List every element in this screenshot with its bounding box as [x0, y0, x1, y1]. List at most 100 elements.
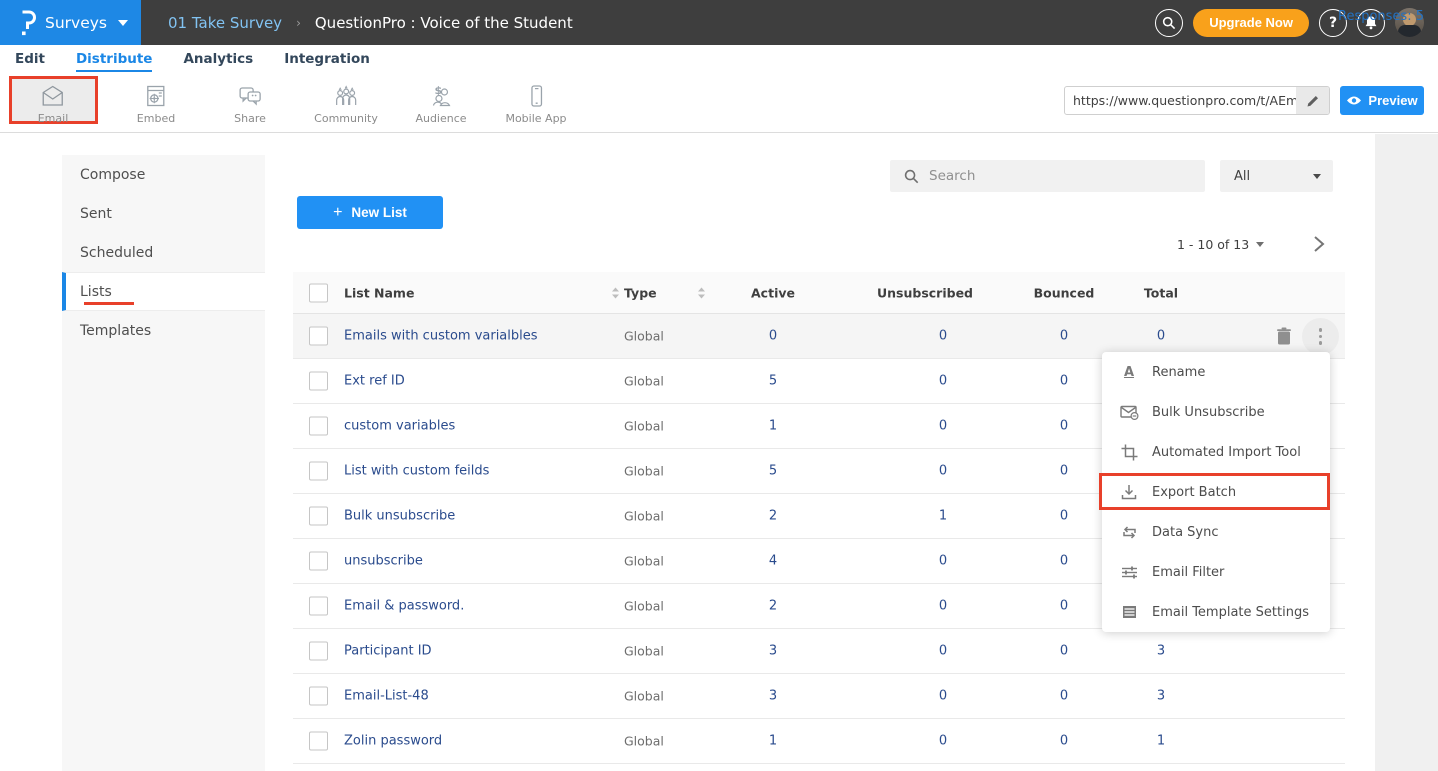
search-icon[interactable] [1155, 9, 1183, 37]
menu-item-email-template-settings[interactable]: Email Template Settings [1102, 592, 1330, 632]
search-input[interactable]: Search [890, 160, 1205, 192]
unsubscribed-count[interactable]: 0 [939, 464, 947, 479]
list-name-link[interactable]: List with custom feilds [344, 464, 489, 479]
table-row[interactable]: Participant ID Global 3 0 0 3 [293, 629, 1345, 674]
toolbar-item-audience[interactable]: $ Audience [415, 84, 466, 125]
list-name-link[interactable]: unsubscribe [344, 554, 423, 569]
bounced-count[interactable]: 0 [1060, 374, 1068, 389]
row-checkbox[interactable] [309, 327, 328, 346]
unsubscribed-count[interactable]: 0 [939, 419, 947, 434]
survey-url-field[interactable]: https://www.questionpro.com/t/AEmOx2 [1064, 86, 1330, 115]
menu-item-rename[interactable]: A Rename [1102, 352, 1330, 392]
sidebar-item-templates[interactable]: Templates [62, 311, 265, 350]
active-count[interactable]: 1 [769, 419, 777, 434]
header-total[interactable]: Total [1144, 285, 1178, 300]
pagination-next-button[interactable] [1310, 234, 1327, 254]
unsubscribed-count[interactable]: 0 [939, 554, 947, 569]
sidebar-item-scheduled[interactable]: Scheduled [62, 233, 265, 272]
menu-item-data-sync[interactable]: Data Sync [1102, 512, 1330, 552]
bounced-count[interactable]: 0 [1060, 419, 1068, 434]
bounced-count[interactable]: 0 [1060, 689, 1068, 704]
unsubscribed-count[interactable]: 0 [939, 374, 947, 389]
row-checkbox[interactable] [309, 417, 328, 436]
table-row[interactable]: Zolin password Global 1 0 0 1 [293, 719, 1345, 764]
product-switcher[interactable]: Surveys [0, 0, 141, 45]
delete-trash-icon[interactable] [1276, 327, 1292, 345]
toolbar-item-embed[interactable]: Embed [137, 84, 175, 125]
row-checkbox[interactable] [309, 372, 328, 391]
responses-count[interactable]: Responses: 5 [1338, 9, 1424, 24]
active-count[interactable]: 3 [769, 689, 777, 704]
unsubscribed-count[interactable]: 0 [939, 734, 947, 749]
toolbar-item-email[interactable]: Email [38, 84, 69, 125]
table-row[interactable]: Email-List-48 Global 3 0 0 3 [293, 674, 1345, 719]
list-filter-dropdown[interactable]: All [1220, 160, 1333, 192]
tab-distribute[interactable]: Distribute [76, 51, 153, 72]
bounced-count[interactable]: 0 [1060, 734, 1068, 749]
row-checkbox[interactable] [309, 687, 328, 706]
unsubscribed-count[interactable]: 0 [939, 599, 947, 614]
sort-icon[interactable] [697, 286, 706, 299]
list-name-link[interactable]: Participant ID [344, 644, 432, 659]
row-checkbox[interactable] [309, 552, 328, 571]
unsubscribed-count[interactable]: 0 [939, 689, 947, 704]
edit-url-button[interactable] [1296, 87, 1329, 114]
row-checkbox[interactable] [309, 732, 328, 751]
toolbar-item-mobile-app[interactable]: Mobile App [505, 84, 566, 125]
sidebar-item-sent[interactable]: Sent [62, 194, 265, 233]
new-list-button[interactable]: + New List [297, 196, 443, 229]
tab-edit[interactable]: Edit [15, 51, 45, 72]
active-count[interactable]: 2 [769, 509, 777, 524]
survey-url-value[interactable]: https://www.questionpro.com/t/AEmOx2 [1065, 93, 1296, 108]
active-count[interactable]: 4 [769, 554, 777, 569]
bounced-count[interactable]: 0 [1060, 464, 1068, 479]
bounced-count[interactable]: 0 [1060, 554, 1068, 569]
total-count[interactable]: 3 [1157, 644, 1165, 659]
menu-item-bulk-unsubscribe[interactable]: Bulk Unsubscribe [1102, 392, 1330, 432]
active-count[interactable]: 2 [769, 599, 777, 614]
row-checkbox[interactable] [309, 462, 328, 481]
row-menu-dots-icon[interactable] [1302, 318, 1339, 355]
menu-item-export-batch[interactable]: Export Batch [1102, 472, 1330, 512]
unsubscribed-count[interactable]: 1 [939, 509, 947, 524]
preview-button[interactable]: Preview [1340, 86, 1424, 115]
unsubscribed-count[interactable]: 0 [939, 644, 947, 659]
list-name-link[interactable]: Bulk unsubscribe [344, 509, 455, 524]
breadcrumb-survey-link[interactable]: 01 Take Survey [168, 14, 282, 32]
active-count[interactable]: 1 [769, 734, 777, 749]
sidebar-item-compose[interactable]: Compose [62, 155, 265, 194]
pagination-range-dropdown[interactable]: 1 - 10 of 13 [1177, 237, 1264, 252]
list-name-link[interactable]: Ext ref ID [344, 374, 405, 389]
menu-item-automated-import-tool[interactable]: Automated Import Tool [1102, 432, 1330, 472]
sort-icon[interactable] [611, 286, 620, 299]
upgrade-now-button[interactable]: Upgrade Now [1193, 9, 1309, 37]
active-count[interactable]: 5 [769, 464, 777, 479]
total-count[interactable]: 1 [1157, 734, 1165, 749]
bounced-count[interactable]: 0 [1060, 329, 1068, 344]
bounced-count[interactable]: 0 [1060, 599, 1068, 614]
unsubscribed-count[interactable]: 0 [939, 329, 947, 344]
header-bounced[interactable]: Bounced [1034, 285, 1095, 300]
active-count[interactable]: 3 [769, 644, 777, 659]
list-name-link[interactable]: Zolin password [344, 734, 442, 749]
active-count[interactable]: 5 [769, 374, 777, 389]
row-checkbox[interactable] [309, 642, 328, 661]
list-name-link[interactable]: Email-List-48 [344, 689, 429, 704]
header-list-name[interactable]: List Name [344, 285, 414, 300]
sidebar-item-lists[interactable]: Lists [62, 272, 265, 311]
header-active[interactable]: Active [751, 285, 795, 300]
list-name-link[interactable]: Emails with custom varialbles [344, 329, 538, 344]
header-type[interactable]: Type [624, 285, 657, 300]
bounced-count[interactable]: 0 [1060, 644, 1068, 659]
list-name-link[interactable]: Email & password. [344, 599, 464, 614]
total-count[interactable]: 3 [1157, 689, 1165, 704]
tab-integration[interactable]: Integration [284, 51, 370, 72]
active-count[interactable]: 0 [769, 329, 777, 344]
row-checkbox[interactable] [309, 507, 328, 526]
list-name-link[interactable]: custom variables [344, 419, 455, 434]
toolbar-item-community[interactable]: Community [314, 84, 378, 125]
header-unsubscribed[interactable]: Unsubscribed [877, 285, 973, 300]
select-all-checkbox[interactable] [309, 283, 328, 302]
total-count[interactable]: 0 [1157, 329, 1165, 344]
menu-item-email-filter[interactable]: Email Filter [1102, 552, 1330, 592]
